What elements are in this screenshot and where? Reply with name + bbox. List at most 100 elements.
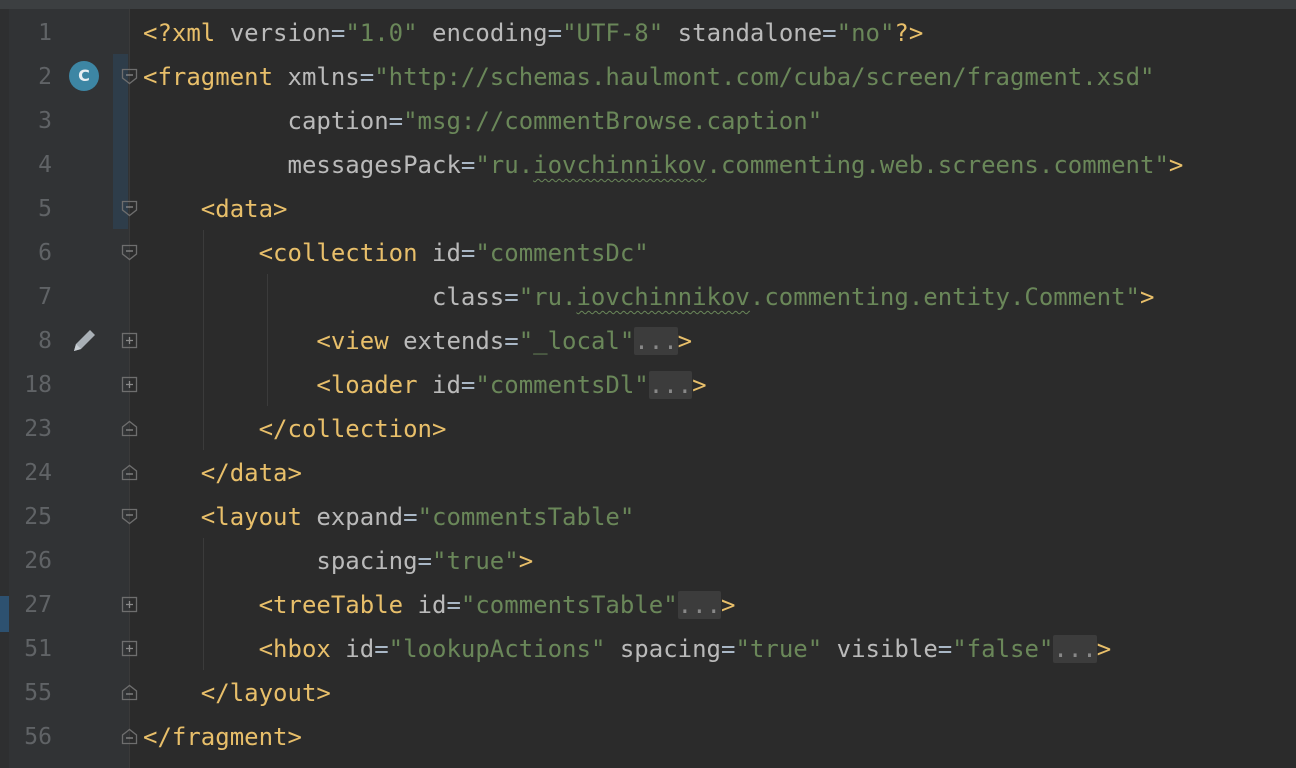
code-text[interactable]: class="ru.iovchinnikov.commenting.entity… [143, 283, 1154, 311]
line-number: 2 [38, 64, 52, 90]
attribute-name: encoding [432, 19, 548, 47]
line-number: 24 [24, 460, 52, 486]
tag-close: > [692, 371, 707, 399]
code-line[interactable]: 2 <fragment xmlns="http://schemas.haulmo… [0, 55, 1296, 99]
code-text[interactable]: <view extends="_local"...> [143, 327, 692, 355]
line-number: 4 [38, 152, 52, 178]
line-number: 56 [24, 724, 52, 750]
code-text[interactable]: </collection> [143, 415, 447, 443]
attribute-value: "true" [735, 635, 823, 663]
folded-region[interactable]: ... [677, 591, 722, 619]
code-line[interactable]: 27 <treeTable id="commentsTable"...> [0, 583, 1296, 627]
attribute-value: "no" [836, 19, 895, 47]
folded-region[interactable]: ... [634, 327, 678, 355]
tag-close: > [518, 547, 534, 575]
code-text[interactable]: <?xml version="1.0" encoding="UTF-8" sta… [143, 19, 923, 47]
folded-region[interactable]: ... [1053, 635, 1097, 663]
folded-region[interactable]: ... [648, 371, 693, 399]
attribute-name: id [432, 371, 461, 399]
tag-name: <view [316, 327, 389, 355]
attribute-value: "commentsTable" [460, 591, 678, 619]
code-line[interactable]: 26 spacing="true"> [0, 539, 1296, 583]
spelling-warning[interactable]: iovchinnikov [533, 151, 706, 179]
line-number: 23 [24, 416, 52, 442]
xml-declaration-open: <?xml [143, 19, 216, 47]
code-line[interactable]: 3 caption="msg://commentBrowse.caption" [0, 99, 1296, 143]
tag-name: </fragment> [143, 723, 302, 751]
attribute-value: "1.0" [345, 19, 418, 47]
code-line[interactable]: 24 </data> [0, 451, 1296, 495]
code-text[interactable]: caption="msg://commentBrowse.caption" [143, 107, 823, 135]
tag-name: <loader [316, 371, 418, 399]
code-text[interactable]: <fragment xmlns="http://schemas.haulmont… [143, 63, 1154, 91]
code-text[interactable]: <collection id="commentsDc" [143, 239, 649, 267]
line-number: 25 [24, 504, 52, 530]
attribute-name: spacing [619, 635, 722, 663]
editor-top-strip [0, 0, 1296, 9]
tag-close: > [677, 327, 693, 355]
tag-name: </data> [200, 459, 302, 487]
code-line[interactable]: 6 <collection id="commentsDc" [0, 231, 1296, 275]
attribute-name: id [345, 635, 375, 663]
code-line[interactable]: 4 messagesPack="ru.iovchinnikov.commenti… [0, 143, 1296, 187]
attribute-value: "commentsTable" [417, 503, 635, 531]
code-line[interactable]: 51 <hbox id="lookupActions" spacing="tru… [0, 627, 1296, 671]
attribute-name: expand [316, 503, 404, 531]
tag-name: </layout> [200, 679, 331, 707]
attribute-name: version [229, 19, 331, 47]
attribute-value: "true" [432, 547, 519, 575]
code-text[interactable]: spacing="true"> [143, 547, 533, 575]
code-line[interactable]: 18 <loader id="commentsDl"...> [0, 363, 1296, 407]
code-line[interactable]: 8 <view extends="_local"...> [0, 319, 1296, 363]
code-editor[interactable]: C 1 <?xml version="1.0" encoding="UTF-8"… [0, 0, 1296, 768]
line-number: 27 [24, 592, 52, 618]
code-text[interactable]: <layout expand="commentsTable" [143, 503, 635, 531]
code-text[interactable]: <data> [143, 195, 288, 223]
tag-name: <treeTable [258, 591, 404, 619]
tag-close: > [1140, 283, 1155, 311]
line-number: 7 [38, 284, 52, 310]
tag-name: <collection [258, 239, 418, 267]
tag-close: > [1168, 151, 1184, 179]
code-text[interactable]: </fragment> [143, 723, 302, 751]
attribute-name: id [417, 591, 447, 619]
tag-close: > [1096, 635, 1112, 663]
tag-name: <layout [200, 503, 302, 531]
attribute-name: caption [287, 107, 389, 135]
attribute-name: messagesPack [287, 151, 461, 179]
code-line[interactable]: 55 </layout> [0, 671, 1296, 715]
attribute-name: standalone [677, 19, 823, 47]
code-text[interactable]: </data> [143, 459, 302, 487]
code-text[interactable]: <treeTable id="commentsTable"...> [143, 591, 735, 619]
line-number: 51 [24, 636, 52, 662]
attribute-value: "msg://commentBrowse.caption" [403, 107, 823, 135]
code-line[interactable]: 23 </collection> [0, 407, 1296, 451]
line-number: 6 [38, 240, 52, 266]
code-text[interactable]: messagesPack="ru.iovchinnikov.commenting… [143, 151, 1184, 179]
line-number: 55 [24, 680, 52, 706]
code-text[interactable]: <hbox id="lookupActions" spacing="true" … [143, 635, 1111, 663]
code-line[interactable]: 5 <data> [0, 187, 1296, 231]
spelling-warning[interactable]: iovchinnikov [576, 283, 749, 311]
line-number: 8 [38, 328, 52, 354]
attribute-name: extends [403, 327, 505, 355]
code-text[interactable]: <loader id="commentsDl"...> [143, 371, 707, 399]
attribute-name: xmlns [287, 63, 360, 91]
line-number: 26 [24, 548, 52, 574]
code-line[interactable]: 25 <layout expand="commentsTable" [0, 495, 1296, 539]
attribute-value: "commentsDc" [475, 239, 649, 267]
code-line[interactable]: 1 <?xml version="1.0" encoding="UTF-8" s… [0, 11, 1296, 55]
xml-declaration-close: ?> [894, 19, 924, 47]
tag-name: <data> [200, 195, 288, 223]
code-line[interactable]: 56 </fragment> [0, 715, 1296, 759]
line-number: 3 [38, 108, 52, 134]
code-line[interactable]: 7 class="ru.iovchinnikov.commenting.enti… [0, 275, 1296, 319]
attribute-value: "UTF-8" [562, 19, 664, 47]
attribute-value: "false" [952, 635, 1054, 663]
code-text[interactable]: </layout> [143, 679, 331, 707]
attribute-value: "ru.iovchinnikov.commenting.entity.Comme… [518, 283, 1141, 311]
line-number: 18 [24, 372, 52, 398]
attribute-value: "commentsDl" [475, 371, 649, 399]
attribute-name: visible [836, 635, 938, 663]
tag-name: <fragment [143, 63, 274, 91]
